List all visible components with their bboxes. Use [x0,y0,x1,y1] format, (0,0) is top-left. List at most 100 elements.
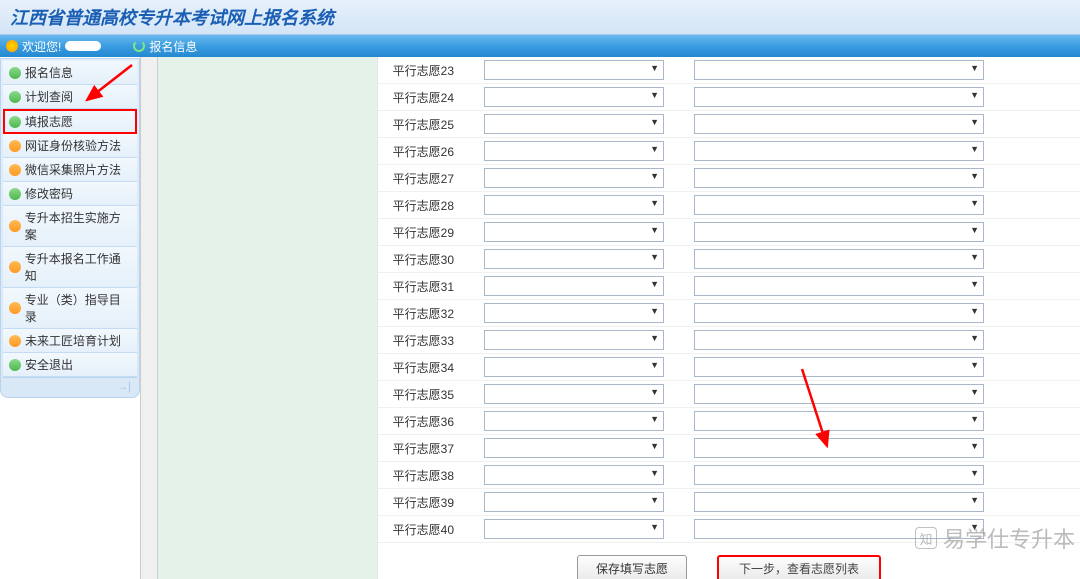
school-select-24[interactable] [484,87,664,107]
sidebar-item-label: 网证身份核验方法 [25,137,121,154]
major-select-25[interactable] [694,114,984,134]
major-select-32[interactable] [694,303,984,323]
vertical-splitter[interactable] [140,57,158,579]
sidebar-item-7[interactable]: 专升本报名工作通知 [3,247,137,288]
tab-section[interactable]: 报名信息 [133,38,197,55]
major-select-34[interactable] [694,357,984,377]
row-label: 平行志愿31 [390,278,454,295]
volunteer-row-33: 平行志愿33 [378,327,1080,354]
school-select-39[interactable] [484,492,664,512]
sidebar-item-9[interactable]: 未来工匠培育计划 [3,329,137,353]
welcome-section: 欢迎您! [6,38,101,55]
school-select-33[interactable] [484,330,664,350]
major-select-39[interactable] [694,492,984,512]
sidebar-item-label: 修改密码 [25,185,73,202]
volunteer-row-39: 平行志愿39 [378,489,1080,516]
school-select-26[interactable] [484,141,664,161]
sidebar-item-label: 计划查阅 [25,88,73,105]
volunteer-row-35: 平行志愿35 [378,381,1080,408]
school-select-31[interactable] [484,276,664,296]
school-select-32[interactable] [484,303,664,323]
volunteer-row-31: 平行志愿31 [378,273,1080,300]
school-select-23[interactable] [484,60,664,80]
sidebar-item-2[interactable]: 填报志愿 [3,109,137,134]
volunteer-form-panel: 平行志愿23平行志愿24平行志愿25平行志愿26平行志愿27平行志愿28平行志愿… [378,57,1080,579]
left-info-panel [158,57,378,579]
row-label: 平行志愿30 [390,251,454,268]
app-title: 江西省普通高校专升本考试网上报名系统 [10,8,334,28]
row-label: 平行志愿26 [390,143,454,160]
sidebar-item-label: 未来工匠培育计划 [25,332,121,349]
welcome-text: 欢迎您! [22,38,61,55]
major-select-28[interactable] [694,195,984,215]
school-select-28[interactable] [484,195,664,215]
major-select-31[interactable] [694,276,984,296]
school-select-35[interactable] [484,384,664,404]
circle-green-icon [9,188,21,200]
volunteer-row-28: 平行志愿28 [378,192,1080,219]
school-select-30[interactable] [484,249,664,269]
major-select-38[interactable] [694,465,984,485]
circle-green-icon [9,359,21,371]
row-label: 平行志愿24 [390,89,454,106]
volunteer-row-24: 平行志愿24 [378,84,1080,111]
row-label: 平行志愿37 [390,440,454,457]
active-tab-label: 报名信息 [149,38,197,55]
school-select-38[interactable] [484,465,664,485]
school-select-29[interactable] [484,222,664,242]
major-select-33[interactable] [694,330,984,350]
row-label: 平行志愿32 [390,305,454,322]
school-select-36[interactable] [484,411,664,431]
major-select-36[interactable] [694,411,984,431]
user-icon [6,40,18,52]
sidebar-item-6[interactable]: 专升本招生实施方案 [3,206,137,247]
school-select-40[interactable] [484,519,664,539]
sidebar-item-8[interactable]: 专业（类）指导目录 [3,288,137,329]
refresh-icon[interactable] [133,40,145,52]
sidebar-item-0[interactable]: 报名信息 [3,61,137,85]
major-select-27[interactable] [694,168,984,188]
row-label: 平行志愿39 [390,494,454,511]
circle-green-icon [9,67,21,79]
volunteer-row-37: 平行志愿37 [378,435,1080,462]
school-select-37[interactable] [484,438,664,458]
sidebar-item-5[interactable]: 修改密码 [3,182,137,206]
volunteer-row-30: 平行志愿30 [378,246,1080,273]
sidebar-item-4[interactable]: 微信采集照片方法 [3,158,137,182]
circle-green-icon [9,116,21,128]
school-select-25[interactable] [484,114,664,134]
major-select-30[interactable] [694,249,984,269]
row-label: 平行志愿33 [390,332,454,349]
major-select-26[interactable] [694,141,984,161]
major-select-40[interactable] [694,519,984,539]
major-select-29[interactable] [694,222,984,242]
sidebar-item-1[interactable]: 计划查阅 [3,85,137,109]
school-select-34[interactable] [484,357,664,377]
save-button[interactable]: 保存填写志愿 [577,555,687,579]
sidebar: 报名信息计划查阅填报志愿网证身份核验方法微信采集照片方法修改密码专升本招生实施方… [0,58,140,398]
major-select-37[interactable] [694,438,984,458]
sidebar-item-10[interactable]: 安全退出 [3,353,137,377]
volunteer-row-34: 平行志愿34 [378,354,1080,381]
volunteer-row-38: 平行志愿38 [378,462,1080,489]
circle-orange-icon [9,140,21,152]
row-label: 平行志愿40 [390,521,454,538]
sidebar-item-label: 填报志愿 [25,113,73,130]
row-label: 平行志愿27 [390,170,454,187]
circle-orange-icon [9,302,21,314]
volunteer-row-40: 平行志愿40 [378,516,1080,543]
row-label: 平行志愿23 [390,62,454,79]
main-container: 报名信息计划查阅填报志愿网证身份核验方法微信采集照片方法修改密码专升本招生实施方… [0,57,1080,579]
volunteer-row-27: 平行志愿27 [378,165,1080,192]
major-select-23[interactable] [694,60,984,80]
major-select-24[interactable] [694,87,984,107]
top-bar: 欢迎您! 报名信息 [0,35,1080,57]
circle-orange-icon [9,220,21,232]
sidebar-item-label: 微信采集照片方法 [25,161,121,178]
sidebar-item-3[interactable]: 网证身份核验方法 [3,134,137,158]
next-step-button[interactable]: 下一步，查看志愿列表 [717,555,881,579]
sidebar-item-label: 专升本报名工作通知 [25,250,131,284]
major-select-35[interactable] [694,384,984,404]
sidebar-collapse[interactable]: →| [3,377,137,396]
school-select-27[interactable] [484,168,664,188]
